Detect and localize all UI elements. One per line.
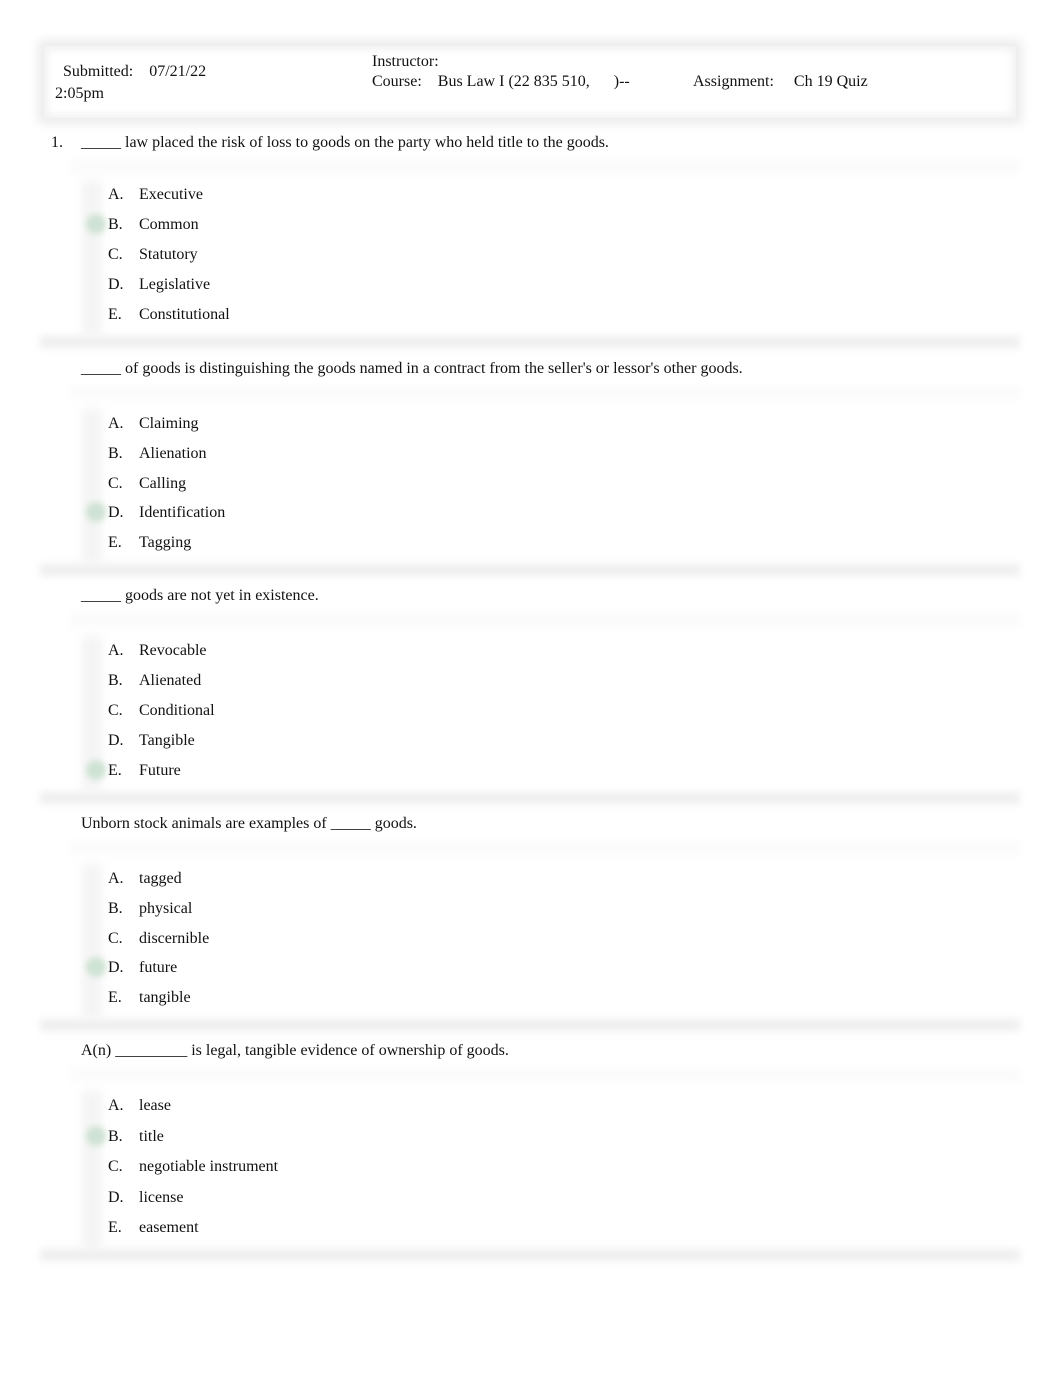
option-text: Revocable	[139, 642, 207, 659]
question-text: Unborn stock animals are examples of ___…	[81, 815, 417, 832]
option-text: lease	[139, 1097, 171, 1114]
options-strip	[82, 180, 102, 334]
option-letter: E.	[108, 762, 122, 779]
option-letter: E.	[108, 534, 122, 551]
option-text: tagged	[139, 870, 182, 887]
assignment-info: Assignment: Ch 19 Quiz	[693, 72, 868, 92]
option-text: title	[139, 1128, 164, 1145]
options-strip	[82, 409, 102, 562]
instructor-info: Instructor:	[372, 52, 439, 72]
submitted-time: 2:05pm	[55, 85, 104, 102]
correct-answer-marker-icon	[86, 502, 106, 522]
option-text: Future	[139, 762, 181, 779]
question-text: _____ goods are not yet in existence.	[81, 587, 319, 604]
question-divider	[40, 792, 1020, 804]
question-text: _____ of goods is distinguishing the goo…	[81, 360, 743, 377]
option-text: easement	[139, 1219, 199, 1236]
question-shade	[70, 1068, 1020, 1084]
option-letter: C.	[108, 930, 123, 947]
question-divider	[40, 336, 1020, 348]
question-shade	[70, 841, 1020, 857]
assignment-label: Assignment:	[693, 73, 774, 90]
option-letter: D.	[108, 1189, 124, 1206]
option-letter: A.	[108, 870, 124, 887]
option-text: Common	[139, 216, 199, 233]
option-text: Claiming	[139, 415, 199, 432]
correct-answer-marker-icon	[86, 957, 106, 977]
option-letter: A.	[108, 186, 124, 203]
option-text: Tagging	[139, 534, 192, 551]
option-text: physical	[139, 900, 193, 917]
option-letter: D.	[108, 504, 124, 521]
option-text: Tangible	[139, 732, 195, 749]
option-text: Identification	[139, 504, 226, 521]
option-text: Calling	[139, 475, 187, 492]
option-text: future	[139, 959, 178, 976]
option-letter: B.	[108, 1128, 123, 1145]
question-divider	[40, 1019, 1020, 1032]
option-text: discernible	[139, 930, 210, 947]
submitted-info: Submitted: 07/21/22	[63, 62, 206, 82]
option-text: negotiable instrument	[139, 1158, 279, 1175]
question-shade	[70, 386, 1020, 402]
question-shade	[70, 613, 1020, 629]
question-text: _____ law placed the risk of loss to goo…	[81, 134, 609, 151]
option-letter: A.	[108, 1097, 124, 1114]
submitted-date: 07/21/22	[149, 63, 207, 80]
question-divider	[40, 564, 1020, 577]
option-letter: C.	[108, 475, 123, 492]
option-text: Legislative	[139, 276, 211, 293]
option-text: Conditional	[139, 702, 215, 719]
question-number: 1.	[51, 134, 63, 151]
question-text: A(n) _________ is legal, tangible eviden…	[81, 1042, 509, 1059]
option-text: Alienated	[139, 672, 202, 689]
correct-answer-marker-icon	[86, 1126, 106, 1146]
options-strip	[82, 864, 102, 1017]
option-letter: C.	[108, 246, 123, 263]
course-info: Course: Bus Law I (22 835 510, )--	[372, 72, 630, 92]
question-shade	[70, 160, 1020, 176]
option-letter: C.	[108, 1158, 123, 1175]
option-letter: E.	[108, 989, 122, 1006]
option-letter: D.	[108, 959, 124, 976]
question-divider	[40, 1249, 1020, 1261]
option-letter: B.	[108, 445, 123, 462]
option-text: Constitutional	[139, 306, 230, 323]
option-letter: B.	[108, 216, 123, 233]
option-letter: B.	[108, 672, 123, 689]
option-letter: D.	[108, 276, 124, 293]
option-letter: C.	[108, 702, 123, 719]
correct-answer-marker-icon	[86, 760, 106, 780]
submitted-label: Submitted:	[63, 63, 134, 80]
course-label: Course:	[372, 73, 422, 90]
assignment-value: Ch 19 Quiz	[793, 73, 868, 90]
option-letter: B.	[108, 900, 123, 917]
correct-answer-marker-icon	[86, 214, 106, 234]
option-text: tangible	[139, 989, 191, 1006]
course-value: Bus Law I (22 835 510, )--	[437, 73, 630, 90]
option-text: license	[139, 1189, 184, 1206]
options-strip	[82, 1091, 102, 1248]
option-letter: A.	[108, 642, 124, 659]
option-letter: E.	[108, 1219, 122, 1236]
option-text: Statutory	[139, 246, 198, 263]
option-letter: D.	[108, 732, 124, 749]
option-letter: A.	[108, 415, 124, 432]
option-text: Executive	[139, 186, 203, 203]
instructor-label: Instructor:	[372, 53, 439, 70]
option-text: Alienation	[139, 445, 207, 462]
option-letter: E.	[108, 306, 122, 323]
